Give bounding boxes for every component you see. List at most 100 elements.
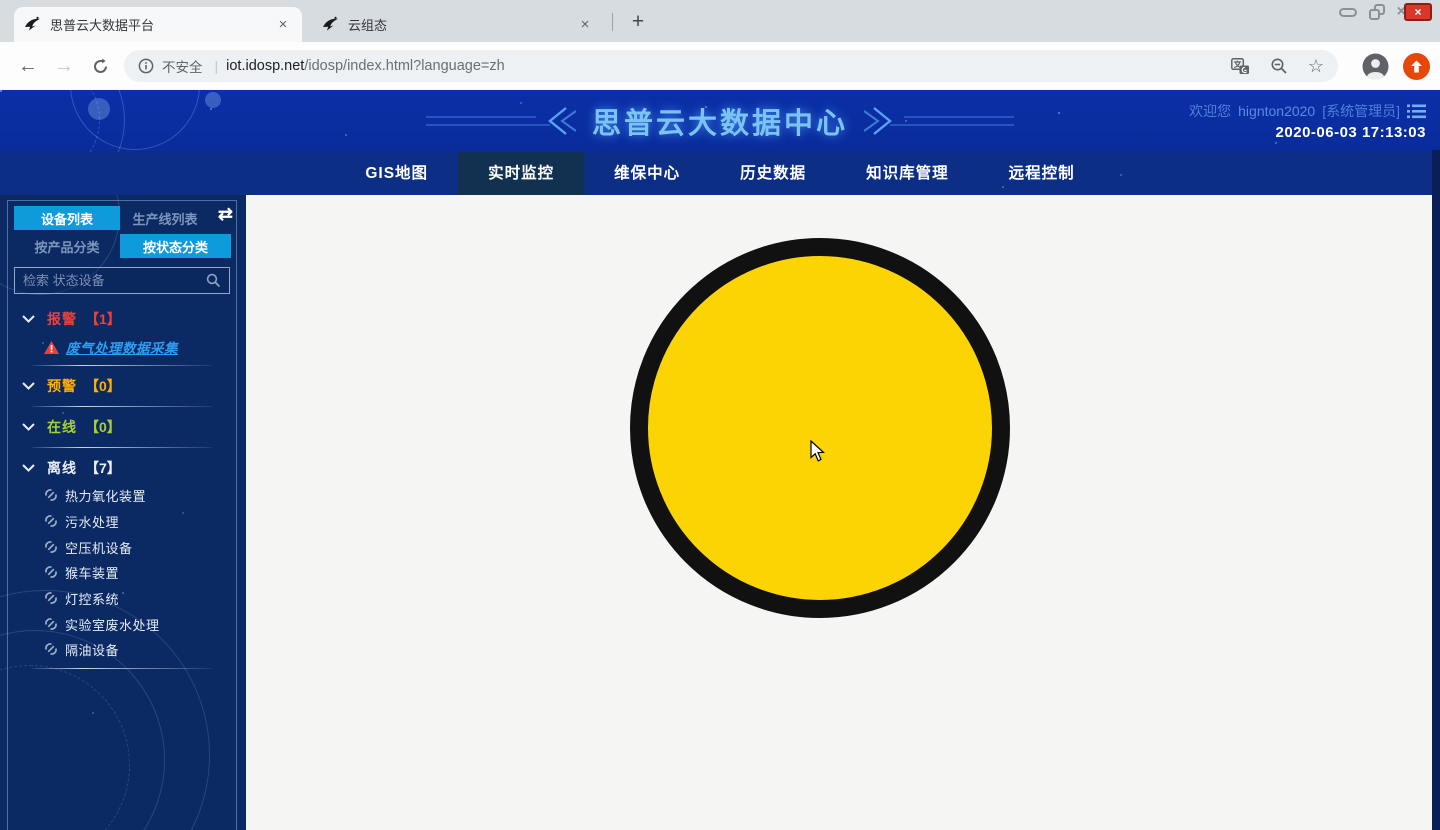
security-label[interactable]: 不安全: [162, 56, 203, 76]
site-favicon-icon: [322, 16, 339, 33]
title-right-decoration: [864, 103, 1014, 139]
menu-list-icon[interactable]: [1407, 104, 1426, 119]
group-offline[interactable]: 离线 【7】: [8, 457, 236, 479]
unlink-icon: [44, 514, 58, 528]
url-text[interactable]: iot.idosp.net/idosp/index.html?language=…: [226, 58, 505, 74]
device-item[interactable]: 隔油设备: [44, 639, 119, 659]
search-icon[interactable]: [206, 273, 221, 288]
username: hignton2020: [1238, 103, 1315, 119]
browser-tab-strip: 思普云大数据平台 × 云组态 × + × ×: [0, 0, 1440, 42]
mouse-cursor: [810, 440, 826, 463]
chevron-down-icon[interactable]: [22, 315, 35, 323]
group-count: 【0】: [85, 417, 121, 437]
datetime: 2020-06-03 17:13:03: [1276, 124, 1426, 141]
app-page: 思普云大数据中心 欢迎您 hignton2020 [系统管理员]: [0, 90, 1440, 830]
device-item[interactable]: 猴车装置: [44, 562, 119, 582]
group-alarm[interactable]: 报警 【1】: [8, 308, 236, 330]
divider: [32, 365, 212, 366]
tab-by-status[interactable]: 按状态分类: [120, 234, 231, 258]
reload-icon[interactable]: [82, 49, 118, 83]
tab-production-line-list[interactable]: 生产线列表: [120, 206, 210, 230]
device-item[interactable]: 污水处理: [44, 511, 119, 531]
unlink-icon: [44, 540, 58, 554]
device-label: 热力氧化装置: [65, 486, 146, 505]
device-search-box: [14, 267, 230, 294]
device-label: 猴车装置: [65, 563, 119, 582]
status-circle-shape[interactable]: [630, 238, 1010, 618]
tab-by-product[interactable]: 按产品分类: [14, 234, 120, 258]
window-restore-icon[interactable]: [1369, 4, 1385, 20]
chevron-down-icon[interactable]: [22, 464, 35, 472]
address-bar[interactable]: 不安全 | iot.idosp.net/idosp/index.html?lan…: [124, 50, 1338, 82]
group-count: 【7】: [85, 458, 121, 478]
browser-update-icon[interactable]: [1403, 53, 1430, 80]
warning-triangle-icon: [44, 341, 59, 354]
url-separator: |: [215, 58, 219, 74]
tab-title: 思普云大数据平台: [50, 15, 274, 34]
app-header: 思普云大数据中心 欢迎您 hignton2020 [系统管理员]: [0, 90, 1440, 152]
chevron-down-icon[interactable]: [22, 382, 35, 390]
nav-item-history-data[interactable]: 历史数据: [710, 152, 836, 195]
group-online[interactable]: 在线 【0】: [8, 416, 236, 438]
alarm-device-item[interactable]: 废气处理数据采集: [44, 337, 178, 357]
device-label: 污水处理: [65, 512, 119, 531]
nav-item-realtime-monitor[interactable]: 实时监控: [458, 152, 584, 195]
tab-device-list[interactable]: 设备列表: [14, 206, 120, 230]
device-sidebar: 设备列表 生产线列表 ⇄ 按产品分类 按状态分类: [0, 195, 246, 830]
bookmark-star-icon[interactable]: ☆: [1308, 56, 1324, 77]
profile-avatar[interactable]: [1362, 53, 1389, 80]
group-count: 【1】: [85, 309, 121, 329]
device-label: 隔油设备: [65, 640, 119, 659]
group-label: 预警: [47, 376, 77, 396]
alarm-device-link[interactable]: 废气处理数据采集: [66, 337, 178, 357]
welcome-prefix: 欢迎您: [1189, 101, 1231, 121]
tab-close-icon[interactable]: ×: [576, 16, 594, 34]
device-item[interactable]: 空压机设备: [44, 537, 133, 557]
device-item[interactable]: 灯控系统: [44, 588, 119, 608]
unlink-icon: [44, 642, 58, 656]
new-tab-button[interactable]: +: [624, 8, 652, 36]
forward-icon[interactable]: →: [46, 49, 82, 83]
window-minimize-icon[interactable]: [1339, 8, 1357, 17]
url-host: iot.idosp.net: [226, 58, 304, 74]
nav-item-gis-map[interactable]: GIS地图: [335, 152, 458, 195]
unlink-icon: [44, 617, 58, 631]
page-right-edge: [1432, 150, 1440, 830]
back-icon[interactable]: ←: [10, 49, 46, 83]
group-warning[interactable]: 预警 【0】: [8, 375, 236, 397]
device-search-input[interactable]: [23, 273, 206, 288]
device-item[interactable]: 实验室废水处理: [44, 614, 160, 634]
device-label: 灯控系统: [65, 589, 119, 608]
window-close-button[interactable]: ×: [1404, 3, 1432, 21]
main-nav: GIS地图 实时监控 维保中心 历史数据 知识库管理 远程控制: [0, 152, 1440, 195]
group-label: 离线: [47, 458, 77, 478]
nav-item-maintenance-center[interactable]: 维保中心: [584, 152, 710, 195]
page-title: 思普云大数据中心: [592, 100, 848, 142]
group-count: 【0】: [85, 376, 121, 396]
welcome-bar: 欢迎您 hignton2020 [系统管理员]: [1189, 101, 1426, 121]
device-item[interactable]: 热力氧化装置: [44, 485, 146, 505]
info-icon[interactable]: [138, 58, 154, 74]
zoom-out-icon[interactable]: [1270, 57, 1288, 75]
nav-item-remote-control[interactable]: 远程控制: [979, 152, 1105, 195]
chevron-down-icon[interactable]: [22, 423, 35, 431]
window-controls: × ×: [1339, 3, 1432, 21]
divider: [32, 406, 212, 407]
tab-separator: [612, 13, 613, 31]
browser-toolbar: ← → 不安全 | iot.idosp.net/idosp/index.html…: [0, 42, 1440, 90]
monitor-canvas[interactable]: [246, 195, 1440, 830]
tab-title: 云组态: [348, 15, 576, 34]
swap-icon[interactable]: ⇄: [218, 204, 233, 225]
translate-icon[interactable]: [1231, 58, 1250, 75]
screen: 思普云大数据平台 × 云组态 × + × × ← →: [0, 0, 1440, 830]
browser-tab-2[interactable]: 云组态 ×: [312, 7, 604, 42]
unlink-icon: [44, 591, 58, 605]
browser-tab-1[interactable]: 思普云大数据平台 ×: [14, 7, 302, 42]
tab-close-icon[interactable]: ×: [274, 16, 292, 34]
group-label: 报警: [47, 309, 77, 329]
device-label: 空压机设备: [65, 538, 133, 557]
unlink-icon: [44, 488, 58, 502]
nav-item-knowledge-base[interactable]: 知识库管理: [836, 152, 979, 195]
group-label: 在线: [47, 417, 77, 437]
divider: [32, 447, 212, 448]
